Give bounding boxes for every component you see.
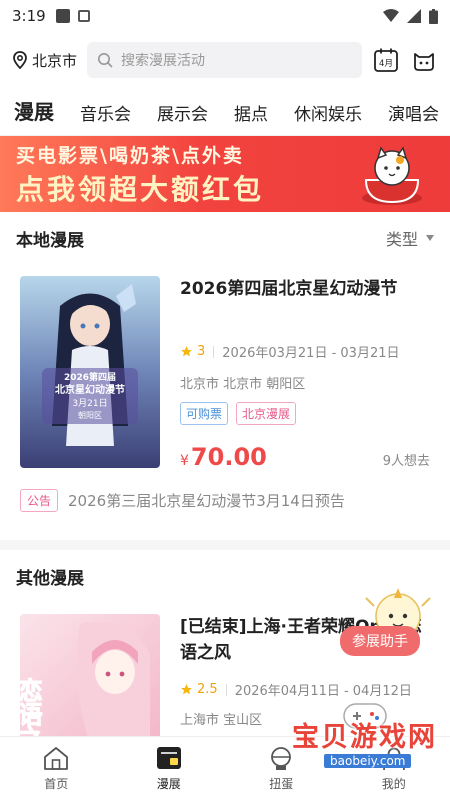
event-score: 3 bbox=[180, 344, 205, 359]
price-value: 70.00 bbox=[190, 443, 267, 471]
event-meta: 3 2026年03月21日 - 03月21日 bbox=[180, 342, 430, 361]
city-selector[interactable]: 北京市 bbox=[12, 50, 77, 71]
event-meta: 2.5 2026年04月11日 - 04月12日 bbox=[180, 680, 430, 699]
event-date: 2026年04月11日 - 04月12日 bbox=[234, 684, 412, 699]
profile-icon bbox=[382, 747, 405, 771]
nav-home-label: 首页 bbox=[44, 777, 69, 791]
event-notice[interactable]: 公告 2026第三届北京星幻动漫节3月14日预告 bbox=[0, 471, 450, 512]
local-section-title: 本地漫展 bbox=[16, 230, 84, 251]
price-symbol: ¥ bbox=[180, 453, 189, 469]
event-tags: 可购票 北京漫展 bbox=[180, 402, 430, 425]
home-icon bbox=[44, 747, 69, 770]
tag-ticket-available: 可购票 bbox=[180, 402, 229, 425]
poster-line-2: 北京星幻动漫节 bbox=[55, 383, 125, 396]
status-time: 3:19 bbox=[12, 7, 46, 25]
tab-leisure[interactable]: 休闲娱乐 bbox=[294, 100, 362, 135]
calendar-icon: 4月 bbox=[374, 48, 398, 72]
event-location: 上海市 宝山区 bbox=[180, 713, 263, 728]
nav-comic-expo-label: 漫展 bbox=[156, 777, 181, 791]
event-info: 2026第四届北京星幻动漫节 3 2026年03月21日 - 03月21日 北京… bbox=[180, 276, 430, 471]
status-bar: 3:19 bbox=[0, 0, 450, 32]
event-card[interactable]: 2026第四届 北京星幻动漫节 3月21日 朝阳区 2026第四届北京星幻动漫节… bbox=[0, 264, 450, 471]
event-score-value: 3 bbox=[197, 344, 206, 359]
nav-gacha-label: 扭蛋 bbox=[269, 777, 294, 791]
event-title: 2026第四届北京星幻动漫节 bbox=[180, 279, 398, 299]
poster-line-4: 朝阳区 bbox=[78, 411, 102, 420]
city-label: 北京市 bbox=[32, 51, 78, 70]
location-pin-icon bbox=[13, 51, 27, 69]
calendar-month-label: 4月 bbox=[379, 59, 393, 69]
section-divider bbox=[0, 540, 450, 550]
local-section-header: 本地漫展 类型 bbox=[0, 212, 450, 264]
notice-tag: 公告 bbox=[20, 489, 59, 512]
poster-line-3: 3月21日 bbox=[72, 398, 107, 409]
type-filter-dropdown[interactable]: 类型 bbox=[386, 226, 434, 250]
event-poster: 2026第四届 北京星幻动漫节 3月21日 朝阳区 bbox=[20, 276, 160, 468]
star-icon bbox=[181, 684, 192, 695]
nav-profile[interactable]: 我的 bbox=[338, 737, 450, 800]
signal-icon bbox=[407, 9, 421, 23]
event-want-count: 9人想去 bbox=[382, 454, 430, 469]
poster-artwork: 2026第四届 北京星幻动漫节 3月21日 朝阳区 bbox=[20, 276, 160, 468]
search-placeholder: 搜索漫展活动 bbox=[121, 53, 206, 69]
wifi-icon bbox=[383, 9, 399, 22]
event-price-row: ¥70.00 9人想去 bbox=[180, 443, 430, 471]
customer-service-icon bbox=[414, 53, 434, 71]
battery-icon bbox=[429, 8, 438, 24]
other-section-title: 其他漫展 bbox=[16, 568, 84, 589]
category-tabs: 漫展 音乐会 展示会 据点 休闲娱乐 演唱会 bbox=[0, 88, 450, 136]
event-score-value: 2.5 bbox=[197, 682, 218, 697]
notification-icon bbox=[55, 9, 70, 23]
promo-banner[interactable]: 买电影票\喝奶茶\点外卖 点我领超大额红包 bbox=[0, 136, 450, 212]
tab-spot[interactable]: 据点 bbox=[234, 100, 268, 135]
event-score: 2.5 bbox=[180, 682, 218, 697]
nav-home[interactable]: 首页 bbox=[0, 737, 113, 800]
star-icon bbox=[181, 346, 192, 357]
header: 北京市 搜索漫展活动 4月 bbox=[0, 32, 450, 88]
expo-ticket-icon bbox=[156, 747, 181, 769]
tab-live-concert[interactable]: 演唱会 bbox=[388, 100, 439, 135]
poster-artwork: 恋语之风 bbox=[20, 614, 160, 744]
meta-divider bbox=[213, 345, 215, 358]
cat-mascot-icon bbox=[362, 146, 422, 205]
gacha-icon bbox=[271, 747, 292, 770]
nav-comic-expo[interactable]: 漫展 bbox=[113, 737, 226, 800]
tab-comic-expo[interactable]: 漫展 bbox=[12, 96, 56, 135]
calendar-button[interactable]: 4月 bbox=[372, 46, 400, 74]
exhibit-helper[interactable]: 参展助手 bbox=[340, 586, 436, 666]
tag-city-expo: 北京漫展 bbox=[236, 402, 297, 425]
caret-down-icon bbox=[426, 235, 434, 241]
event-location: 北京市 北京市 朝阳区 bbox=[180, 377, 306, 392]
event-poster: 恋语之风 bbox=[20, 614, 160, 744]
poster-line-1: 2026第四届 bbox=[64, 371, 116, 383]
bottom-nav: 首页 漫展 扭蛋 我的 bbox=[0, 736, 450, 800]
tab-exhibition[interactable]: 展示会 bbox=[157, 100, 208, 135]
tab-concert-music[interactable]: 音乐会 bbox=[80, 100, 131, 135]
helper-button-label: 参展助手 bbox=[340, 626, 420, 656]
event-date: 2026年03月21日 - 03月21日 bbox=[222, 346, 400, 361]
status-icons bbox=[383, 8, 438, 24]
customer-service-button[interactable] bbox=[410, 46, 438, 74]
nav-gacha[interactable]: 扭蛋 bbox=[225, 737, 338, 800]
type-filter-label: 类型 bbox=[385, 230, 418, 249]
nav-profile-label: 我的 bbox=[381, 777, 406, 791]
poster-title-text: 恋语之风 bbox=[20, 677, 42, 744]
app-notification-icon bbox=[77, 10, 90, 22]
meta-divider bbox=[225, 683, 227, 696]
search-icon bbox=[98, 53, 113, 68]
search-input[interactable]: 搜索漫展活动 bbox=[87, 42, 362, 78]
event-price: ¥70.00 bbox=[180, 443, 267, 471]
notice-text: 2026第三届北京星幻动漫节3月14日预告 bbox=[68, 492, 345, 510]
